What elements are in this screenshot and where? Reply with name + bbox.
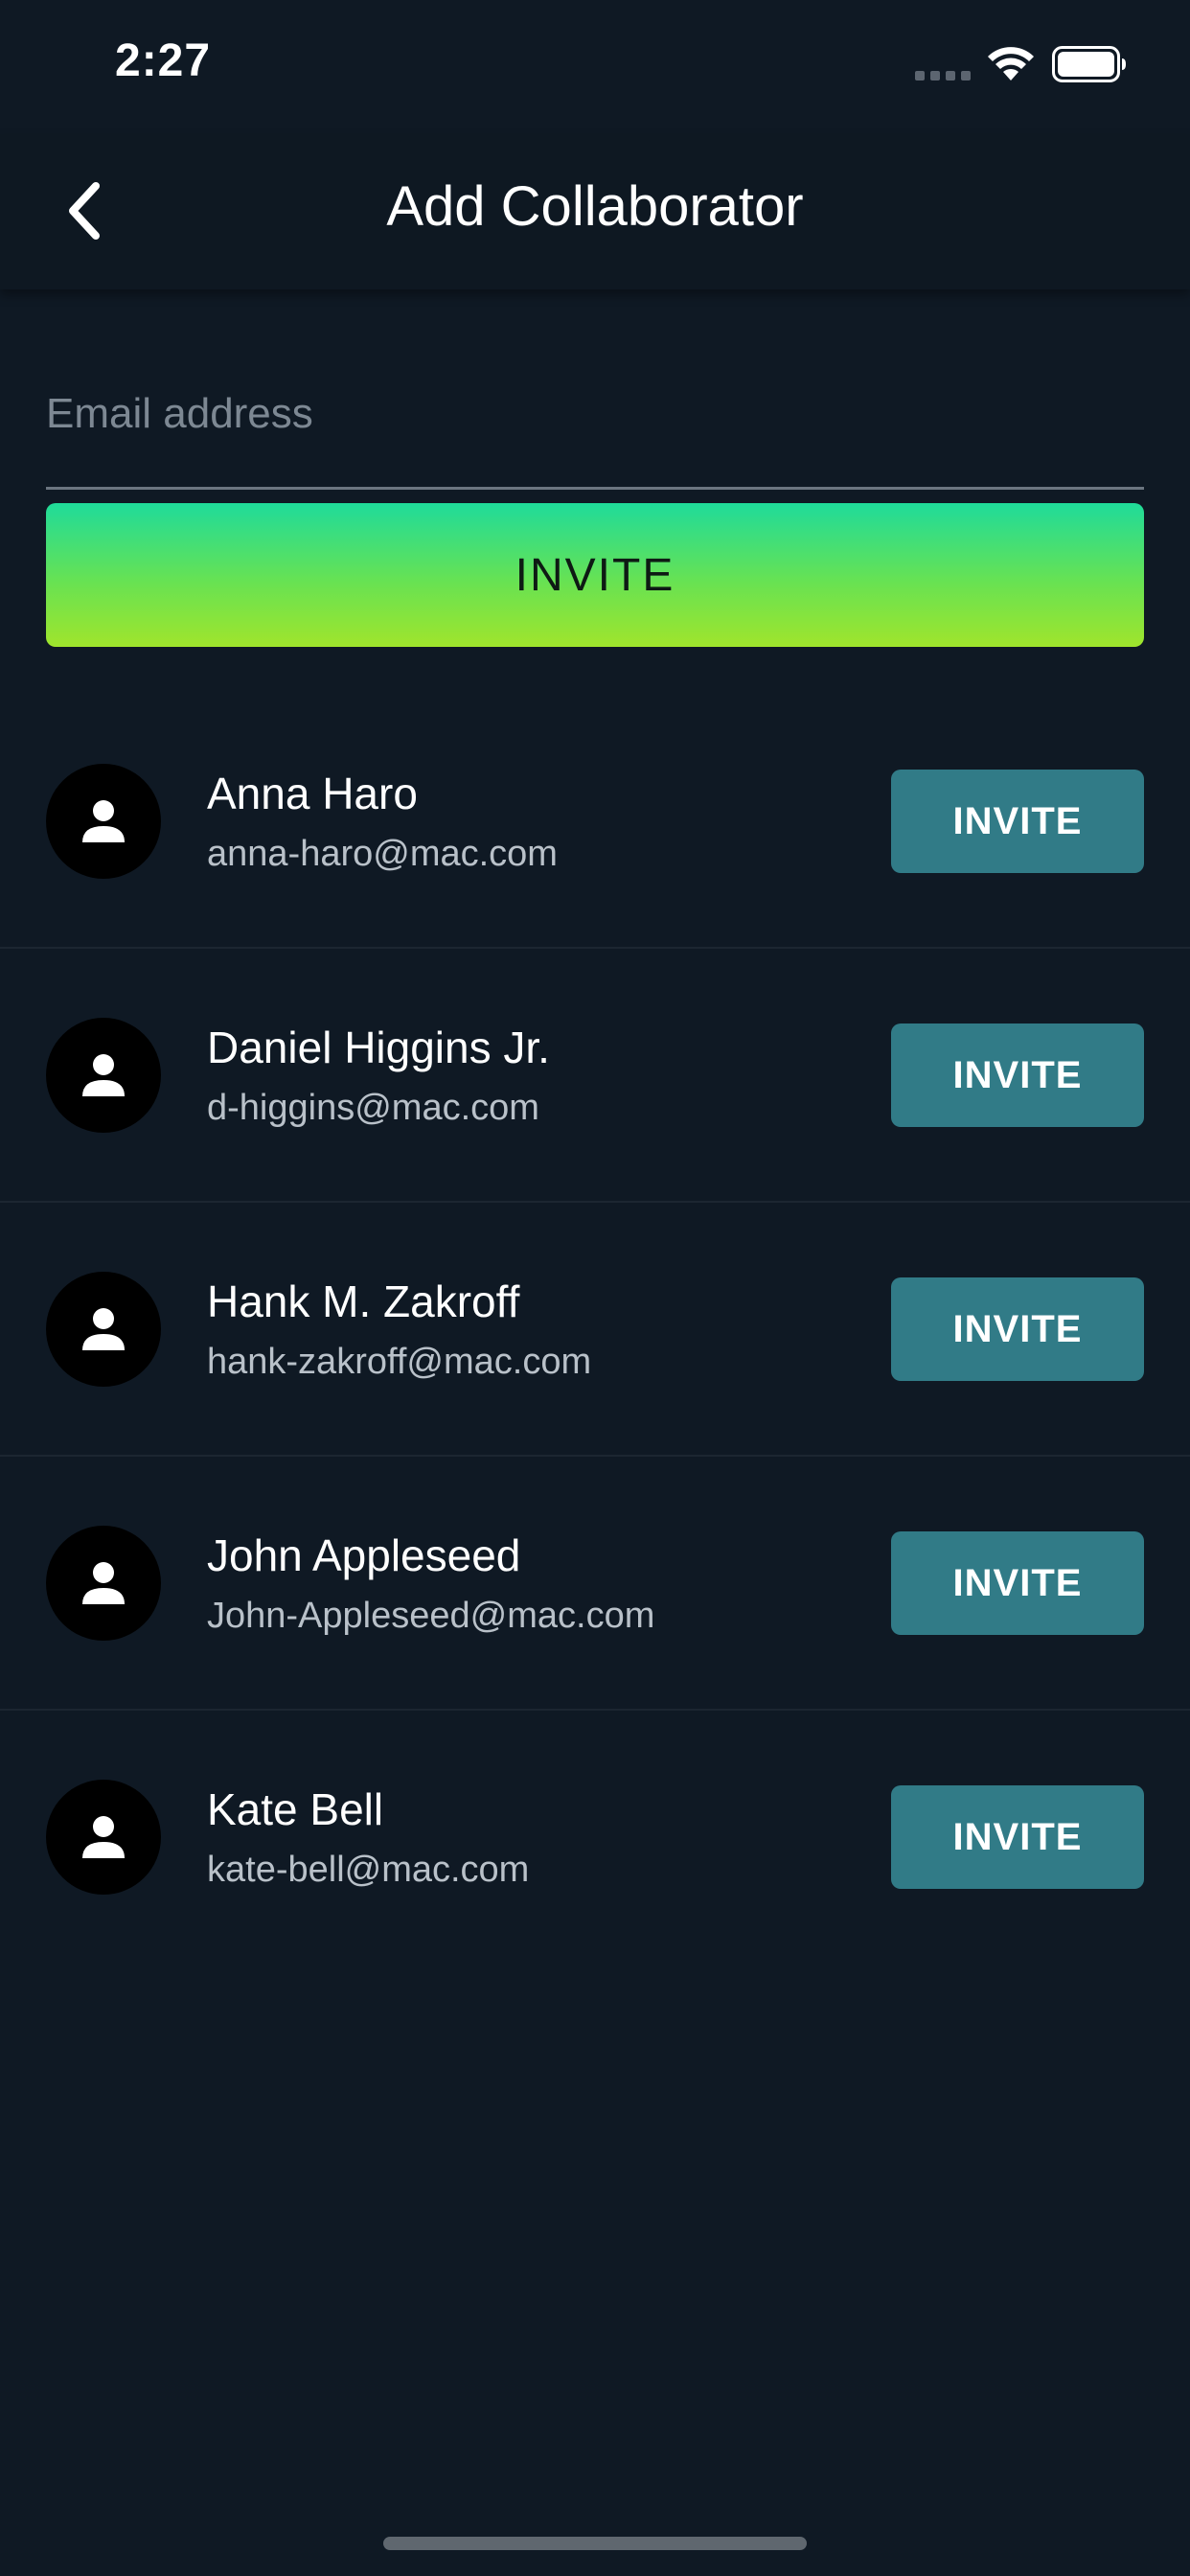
avatar [46, 1780, 161, 1895]
wifi-icon [988, 47, 1034, 80]
contact-row: John Appleseed John-Appleseed@mac.com IN… [0, 1457, 1190, 1711]
avatar [46, 1272, 161, 1387]
cellular-signal-icon [915, 71, 971, 80]
contact-row: Kate Bell kate-bell@mac.com INVITE [0, 1711, 1190, 1963]
contact-email: hank-zakroff@mac.com [207, 1342, 592, 1382]
contact-invite-button[interactable]: INVITE [891, 1024, 1144, 1127]
contacts-list: Anna Haro anna-haro@mac.com INVITE Danie… [0, 695, 1190, 1963]
person-icon [82, 1562, 125, 1604]
contact-email: d-higgins@mac.com [207, 1088, 539, 1128]
contact-row: Hank M. Zakroff hank-zakroff@mac.com INV… [0, 1203, 1190, 1457]
invite-button[interactable]: INVITE [46, 503, 1144, 647]
navigation-bar: Add Collaborator [0, 134, 1190, 289]
page-title: Add Collaborator [386, 175, 804, 238]
contact-email: kate-bell@mac.com [207, 1850, 530, 1890]
person-icon [82, 1308, 125, 1350]
email-field[interactable] [46, 364, 1144, 490]
contact-name: Hank M. Zakroff [207, 1276, 520, 1326]
avatar [46, 1018, 161, 1133]
person-icon [82, 1054, 125, 1096]
contact-name: Kate Bell [207, 1784, 384, 1834]
status-time: 2:27 [115, 35, 212, 86]
contact-email: anna-haro@mac.com [207, 834, 558, 874]
email-input[interactable] [46, 376, 1144, 452]
contact-invite-button[interactable]: INVITE [891, 1531, 1144, 1635]
home-indicator[interactable] [383, 2537, 807, 2550]
contact-email: John-Appleseed@mac.com [207, 1596, 655, 1636]
avatar [46, 1526, 161, 1641]
contact-invite-button[interactable]: INVITE [891, 770, 1144, 873]
contact-name: John Appleseed [207, 1530, 521, 1580]
contact-invite-button[interactable]: INVITE [891, 1785, 1144, 1889]
contact-name: Daniel Higgins Jr. [207, 1023, 550, 1072]
status-bar: 2:27 [0, 0, 1190, 134]
contact-invite-button[interactable]: INVITE [891, 1277, 1144, 1381]
avatar [46, 764, 161, 879]
person-icon [82, 1816, 125, 1858]
contact-row: Anna Haro anna-haro@mac.com INVITE [0, 695, 1190, 949]
person-icon [82, 800, 125, 842]
contact-name: Anna Haro [207, 769, 418, 818]
contact-row: Daniel Higgins Jr. d-higgins@mac.com INV… [0, 949, 1190, 1203]
battery-full-icon [1052, 46, 1126, 82]
